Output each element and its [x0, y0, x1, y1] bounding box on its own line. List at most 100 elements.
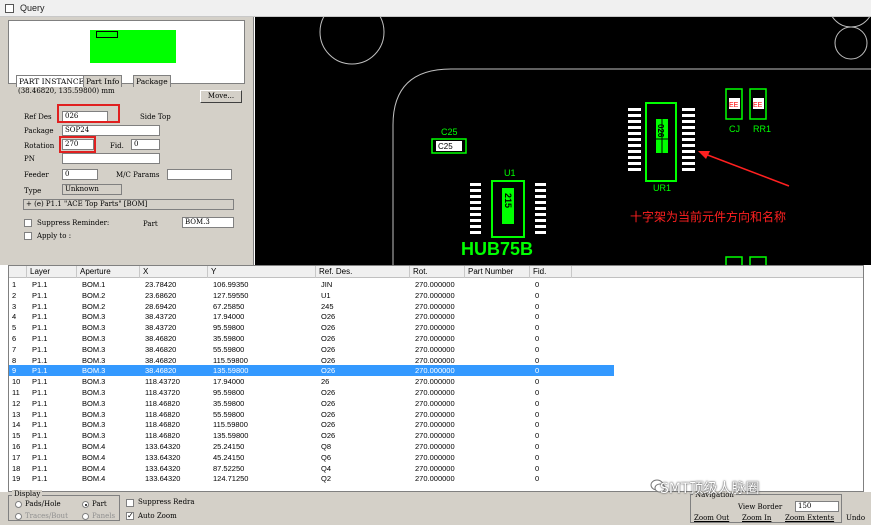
- cj-pad-label: EE: [729, 102, 739, 109]
- table-row[interactable]: 4 P1.1 BOM.3 38.43720 17.94000 O26 270.000000 0: [9, 311, 614, 322]
- row-y: 55.59800: [213, 409, 245, 419]
- table-row[interactable]: 19 P1.1 BOM.4 133.64320 124.71250 Q2 270.00000…: [9, 473, 614, 484]
- feeder-field[interactable]: 0: [62, 169, 98, 180]
- table-row[interactable]: 14 P1.1 BOM.3 118.46820 115.59800 O26 270.0000…: [9, 419, 614, 430]
- row-ref-des: 26: [321, 377, 330, 387]
- table-row[interactable]: 9 P1.1 BOM.3 38.46820 135.59800 O26 270.000000…: [9, 365, 614, 377]
- view-border-field[interactable]: 150: [795, 501, 839, 512]
- table-row[interactable]: 16 P1.1 BOM.4 133.64320 25.24150 Q8 270.000000…: [9, 441, 614, 452]
- tab-part-info[interactable]: Part Info: [83, 75, 123, 87]
- row-y: 55.59800: [213, 344, 245, 354]
- row-index: 5: [12, 323, 17, 333]
- tab-package[interactable]: Package: [133, 75, 171, 87]
- row-index: 9: [12, 366, 17, 376]
- table-row[interactable]: 5 P1.1 BOM.3 38.43720 95.59800 O26 270.000000 0: [9, 322, 614, 333]
- table-row[interactable]: 11 P1.1 BOM.3 118.43720 95.59800 O26 270.00000…: [9, 387, 614, 398]
- part-radio[interactable]: [82, 501, 89, 508]
- column-header-index: [9, 266, 27, 278]
- column-header-rot[interactable]: Rot.: [410, 266, 465, 278]
- results-table[interactable]: Layer Aperture X Y Ref. Des. Rot. Part N…: [8, 265, 864, 492]
- table-row[interactable]: 18 P1.1 BOM.4 133.64320 87.52250 Q4 270.000000…: [9, 463, 614, 474]
- row-rot: 270.000000: [415, 409, 455, 419]
- row-y: 17.94000: [213, 377, 245, 387]
- part-list-field[interactable]: + (e) P1.1 "ACE Top Parts" [BOM]: [23, 199, 234, 210]
- column-header-part-number[interactable]: Part Number: [465, 266, 530, 278]
- title-bar: Query: [0, 0, 871, 17]
- row-layer: P1.1: [32, 334, 48, 343]
- table-row[interactable]: 3 P1.1 BOM.2 28.69420 67.25850 245 270.000000 0: [9, 301, 614, 312]
- row-x: 118.43720: [145, 377, 180, 387]
- row-layer: P1.1: [32, 420, 48, 430]
- zoom-extents-button[interactable]: Zoom Extents: [785, 514, 834, 522]
- column-header-ref-des[interactable]: Ref. Des.: [316, 266, 410, 278]
- table-row[interactable]: 7 P1.1 BOM.3 38.46820 55.59800 O26 270.000000 0: [9, 344, 614, 355]
- table-row[interactable]: 8 P1.1 BOM.3 38.46820 115.59800 O26 270.000000…: [9, 355, 614, 366]
- row-y: 67.25850: [213, 301, 245, 311]
- apply-to-checkbox[interactable]: [24, 232, 32, 240]
- suppress-redraw-checkbox[interactable]: [126, 499, 134, 507]
- row-aperture: BOM.2: [82, 290, 106, 300]
- pads-hole-radio[interactable]: [15, 501, 22, 508]
- traces-bout-radio[interactable]: [15, 513, 22, 520]
- row-index: 2: [12, 290, 17, 300]
- row-fid: 0: [535, 398, 540, 408]
- side-text: Side Top: [140, 113, 171, 121]
- row-fid: 0: [535, 420, 540, 430]
- c25-pad-label: C25: [438, 142, 453, 151]
- column-header-aperture[interactable]: Aperture: [77, 266, 140, 278]
- column-header-fid[interactable]: Fid.: [530, 266, 572, 278]
- auto-zoom-checkbox[interactable]: ✓: [126, 512, 134, 520]
- suppress-reminder-checkbox[interactable]: [24, 219, 32, 227]
- column-header-x[interactable]: X: [140, 266, 208, 278]
- table-row[interactable]: 10 P1.1 BOM.3 118.43720 17.94000 26 270.000000…: [9, 376, 614, 387]
- cursor-coordinates: (38.46820, 135.59800) mm: [18, 87, 115, 95]
- table-row[interactable]: 12 P1.1 BOM.3 118.46820 35.59800 O26 270.00000…: [9, 398, 614, 409]
- table-row[interactable]: 2 P1.1 BOM.2 23.68620 127.59550 U1 270.000000 0: [9, 290, 614, 301]
- row-layer: P1.1: [32, 366, 48, 376]
- zoom-in-button[interactable]: Zoom In: [742, 514, 771, 522]
- row-fid: 0: [535, 474, 540, 484]
- table-row[interactable]: 6 P1.1 BOM.3 38.46820 35.59800 O26 270.000000 0: [9, 333, 614, 344]
- package-field[interactable]: SOP24: [62, 125, 160, 136]
- fid-label: Fid.: [110, 142, 124, 150]
- tab-part-instance[interactable]: PART INSTANCE: [16, 75, 88, 87]
- table-header: Layer Aperture X Y Ref. Des. Rot. Part N…: [9, 266, 863, 278]
- row-x: 118.46820: [145, 398, 180, 408]
- column-header-y[interactable]: Y: [208, 266, 316, 278]
- table-row[interactable]: 13 P1.1 BOM.3 118.46820 55.59800 O26 270.00000…: [9, 409, 614, 420]
- zoom-out-button[interactable]: Zoom Out: [694, 514, 729, 522]
- row-y: 127.59550: [213, 290, 249, 300]
- pcb-canvas[interactable]: C25 C25 U1 215 HUB75B 026 UR1 EE EE CJ R…: [255, 17, 871, 265]
- table-row[interactable]: 1 P1.1 BOM.1 23.78420 106.99350 JIN 270.000000…: [9, 279, 614, 290]
- column-header-layer[interactable]: Layer: [27, 266, 77, 278]
- type-field[interactable]: Unknown: [62, 184, 122, 195]
- row-layer: P1.1: [32, 323, 48, 333]
- fid-field[interactable]: 0: [131, 139, 160, 150]
- table-row[interactable]: 17 P1.1 BOM.4 133.64320 45.24150 Q6 270.000000…: [9, 452, 614, 463]
- row-x: 133.64320: [145, 463, 181, 473]
- move-button[interactable]: Move...: [200, 90, 242, 103]
- cj-label: CJ: [729, 124, 740, 134]
- package-label: Package: [24, 127, 54, 135]
- ur1-pins-left: [628, 108, 641, 171]
- panels-radio[interactable]: [82, 513, 89, 520]
- pn-field[interactable]: [62, 153, 160, 164]
- row-index: 10: [12, 377, 21, 387]
- ur1-label: UR1: [653, 183, 671, 193]
- part-field[interactable]: BOM.3: [182, 217, 234, 228]
- apply-to-label: Apply to :: [37, 232, 72, 240]
- row-y: 25.24150: [213, 442, 245, 451]
- row-y: 87.52250: [213, 463, 245, 473]
- row-ref-des: O26: [321, 334, 336, 343]
- row-fid: 0: [535, 377, 540, 387]
- row-layer: P1.1: [32, 463, 48, 473]
- row-index: 18: [12, 463, 21, 473]
- row-y: 17.94000: [213, 312, 245, 322]
- row-x: 23.68620: [145, 290, 177, 300]
- mc-params-field[interactable]: [167, 169, 232, 180]
- row-index: 15: [12, 431, 21, 441]
- undo-button[interactable]: Undo: [846, 514, 865, 522]
- row-ref-des: O26: [321, 344, 336, 354]
- row-x: 133.64320: [145, 474, 181, 484]
- table-row[interactable]: 15 P1.1 BOM.3 118.46820 135.59800 O26 270.0000…: [9, 430, 614, 441]
